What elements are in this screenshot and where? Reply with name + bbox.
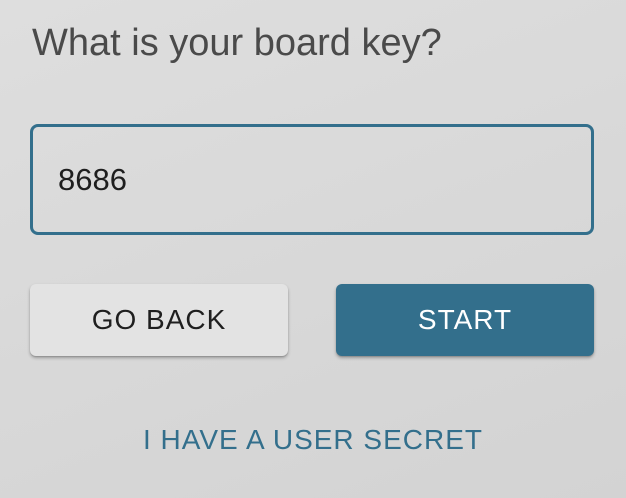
start-button[interactable]: START [336, 284, 594, 356]
user-secret-link[interactable]: I HAVE A USER SECRET [0, 420, 626, 460]
page-title: What is your board key? [32, 22, 442, 64]
go-back-button[interactable]: GO BACK [30, 284, 288, 356]
board-key-field[interactable] [30, 124, 594, 235]
board-key-screen: What is your board key? GO BACK START I … [0, 0, 626, 498]
board-key-input[interactable] [33, 127, 591, 232]
